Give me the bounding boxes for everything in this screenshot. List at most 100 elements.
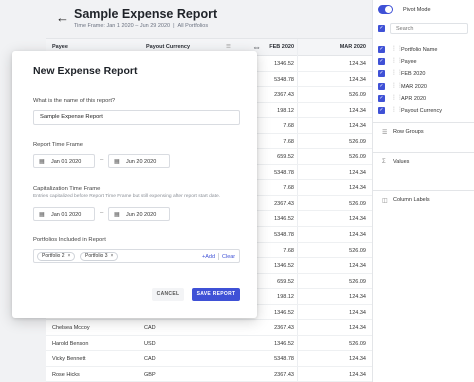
report-time-frame: Time Frame: Jan 1 2020 – Jun 29 2020 [74,23,171,29]
report-name-input[interactable]: Sample Expense Report [33,110,240,125]
time-frame-end-date[interactable]: ▦ Jun 20 2020 [108,154,170,168]
table-cell-mar: 124.34 [349,309,366,316]
back-arrow-icon[interactable]: ← [56,11,70,25]
table-cell-mar: 526.09 [349,278,366,285]
separator: | [173,23,175,29]
chip-label: Portfolio 3 [85,253,108,259]
column-search-input[interactable] [390,23,468,34]
column-checkbox[interactable]: ✓ [378,70,385,78]
capitalization-start-date[interactable]: ▦ Jan 01 2020 [33,207,95,221]
save-report-button[interactable]: SAVE REPORT [192,288,240,301]
date-value: Jun 20 2020 [126,212,157,218]
column-label: Portfolio Name [401,47,438,53]
column-label: FEB 2020 [401,71,426,78]
time-frame-start-date[interactable]: ▦ Jan 01 2020 [33,154,95,168]
table-cell-feb: 2367.43 [274,92,294,99]
select-all-checkbox[interactable]: ✓ [378,25,385,32]
column-item[interactable]: ✓ ⋮⋮ Portfolio Name [378,44,473,56]
table-cell-feb: 198.12 [277,107,294,114]
table-cell-payee: Chelsea Mccoy [52,325,90,332]
table-cell-feb: 7.68 [283,138,294,145]
pivot-mode-label: Pivot Mode [403,7,431,13]
table-row[interactable]: Rose Hicks GBP 2367.43 124.34 [46,367,372,382]
column-checkbox[interactable]: ✓ [378,58,385,66]
pivot-mode-toggle[interactable] [378,5,393,14]
table-row[interactable]: Harold Benson USD 1346.52 526.09 [46,336,372,352]
table-cell-mar: 124.34 [349,185,366,192]
table-cell-mar: 526.09 [349,154,366,161]
column-item[interactable]: ✓ ⋮⋮ MAR 2020 [378,81,473,93]
close-icon[interactable]: × [111,253,114,259]
date-value: Jan 01 2020 [51,212,82,218]
column-menu-icon[interactable]: ☰ [226,44,231,50]
column-item[interactable]: ✓ ⋮⋮ Payee [378,56,473,68]
column-labels-label: Column Labels [393,197,430,203]
table-cell-feb: 1346.52 [274,263,294,270]
column-checkbox[interactable]: ✓ [378,106,385,114]
toggle-knob [385,6,392,13]
capitalization-label: Capitalization Time Frame [33,186,101,192]
table-cell-payee: Rose Hicks [52,371,80,378]
values-drop-zone[interactable]: Σ Values [373,152,474,190]
column-label: MAR 2020 [401,83,427,90]
table-cell-feb: 7.68 [283,247,294,254]
table-cell-mar: 124.34 [349,325,366,332]
tool-panel: Pivot Mode ✓ ✓ ⋮⋮ Portfolio Name ✓ ⋮⋮ Pa… [372,0,474,382]
column-item[interactable]: ✓ ⋮⋮ Payout Currency [378,105,473,117]
header-mar-2020[interactable]: MAR 2020 [340,44,366,50]
header-payee[interactable]: Payee [52,44,68,50]
table-cell-mar: 526.09 [349,340,366,347]
chip-label: Portfolio 2 [42,253,65,259]
table-cell-feb: 5348.78 [274,76,294,83]
cancel-button[interactable]: CANCEL [152,288,184,301]
time-frame-label: Report Time Frame [33,142,83,148]
link-divider [218,253,219,260]
column-checkbox[interactable]: ✓ [378,82,385,90]
table-cell-feb: 5348.78 [274,169,294,176]
table-cell-mar: 526.09 [349,247,366,254]
column-search-row: ✓ [378,23,468,34]
modal-title: New Expense Report [33,65,138,77]
table-cell-mar: 124.34 [349,61,366,67]
report-name-label: What is the name of this report? [33,98,116,104]
column-list: ✓ ⋮⋮ Portfolio Name ✓ ⋮⋮ Payee ✓ ⋮⋮ FEB … [378,44,473,117]
table-cell-feb: 2367.43 [274,371,294,378]
table-cell-mar: 124.34 [349,107,366,114]
add-portfolio-link[interactable]: +Add [202,254,215,260]
date-value: Jun 20 2020 [126,159,157,165]
table-row[interactable]: Vicky Bennett CAD 5348.78 124.34 [46,351,372,367]
sigma-icon: Σ [382,159,386,165]
table-cell-feb: 2367.43 [274,325,294,332]
table-cell-mar: 526.09 [349,92,366,99]
portfolio-chip[interactable]: Portfolio 3 × [80,252,119,261]
header-payout-currency[interactable]: Payout Currency [146,44,190,50]
close-icon[interactable]: × [68,253,71,259]
column-checkbox[interactable]: ✓ [378,46,385,53]
table-cell-mar: 124.34 [349,356,366,363]
capitalization-end-date[interactable]: ▦ Jun 20 2020 [108,207,170,221]
column-item[interactable]: ✓ ⋮⋮ APR 2020 [378,93,473,105]
table-cell-feb: 1346.52 [274,340,294,347]
date-range-dash: – [100,210,104,216]
table-cell-mar: 124.34 [349,232,366,239]
table-row[interactable]: Chelsea Mccoy CAD 2367.43 124.34 [46,320,372,336]
table-cell-mar: 124.34 [349,263,366,270]
table-cell-mar: 124.34 [349,294,366,301]
calendar-icon: ▦ [39,212,45,218]
table-cell-payee: Harold Benson [52,340,89,347]
column-item[interactable]: ✓ ⋮⋮ FEB 2020 [378,68,473,80]
column-label: APR 2020 [401,95,427,102]
column-labels-drop-zone[interactable]: ◫ Column Labels [373,190,474,230]
calendar-icon: ▦ [114,159,120,165]
clear-portfolios-link[interactable]: Clear [222,254,235,260]
new-expense-report-modal: New Expense Report What is the name of t… [12,51,257,318]
portfolios-label: Portfolios Included in Report [33,237,106,243]
column-labels-icon: ◫ [382,198,388,204]
portfolio-chip[interactable]: Portfolio 2 × [37,252,76,261]
table-cell-feb: 7.68 [283,185,294,192]
column-checkbox[interactable]: ✓ [378,94,385,102]
table-cell-currency: USD [144,340,156,347]
values-label: Values [393,159,410,165]
header-feb-2020[interactable]: FEB 2020 [269,44,294,50]
row-groups-drop-zone[interactable]: ☰ Row Groups [373,122,474,150]
